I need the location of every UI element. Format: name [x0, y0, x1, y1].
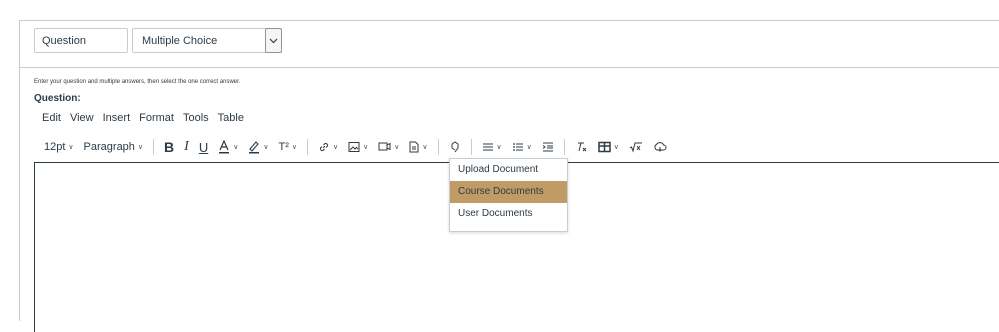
- toolbar-divider: [470, 139, 472, 155]
- menu-insert[interactable]: Insert: [103, 112, 131, 124]
- chevron-down-icon: ∨: [333, 144, 339, 151]
- text-color-button[interactable]: ∨: [218, 140, 238, 154]
- chevron-down-icon: ∨: [233, 144, 239, 151]
- question-type-select[interactable]: Multiple Choice: [132, 28, 282, 53]
- highlight-button[interactable]: ∨: [248, 140, 268, 154]
- chevron-down-icon: ∨: [363, 144, 369, 151]
- chevron-down-icon: ∨: [526, 144, 532, 151]
- toolbar-divider: [563, 139, 565, 155]
- table-icon: [598, 141, 611, 153]
- media-icon: [378, 141, 391, 153]
- chevron-down-icon: ∨: [68, 144, 74, 151]
- highlight-icon: [248, 140, 260, 154]
- list-icon: [512, 141, 524, 153]
- question-header: Question Multiple Choice: [20, 21, 999, 68]
- image-icon: [348, 141, 360, 153]
- indent-button[interactable]: [542, 141, 554, 153]
- image-button[interactable]: ∨: [348, 141, 368, 153]
- text-color-icon: [218, 140, 230, 154]
- user-documents-option[interactable]: User Documents: [450, 203, 567, 225]
- editor-menubar: Edit View Insert Format Tools Table: [42, 112, 244, 124]
- align-button[interactable]: ∨: [482, 141, 502, 153]
- equation-icon: [629, 141, 643, 153]
- chevron-down-icon[interactable]: [265, 28, 282, 53]
- superscript-button[interactable]: T² ∨: [278, 141, 297, 153]
- clear-format-button[interactable]: [575, 141, 588, 153]
- font-size-select[interactable]: 12pt ∨: [44, 141, 74, 153]
- link-button[interactable]: ∨: [318, 141, 338, 153]
- chevron-down-icon: ∨: [613, 144, 619, 151]
- document-icon: [409, 141, 419, 153]
- chevron-down-icon: ∨: [291, 144, 297, 151]
- bold-button[interactable]: B: [164, 139, 174, 155]
- toolbar-divider: [437, 139, 439, 155]
- document-button[interactable]: ∨: [409, 141, 428, 153]
- indent-icon: [542, 141, 554, 153]
- chevron-down-icon: ∨: [496, 144, 502, 151]
- course-documents-option[interactable]: Course Documents: [450, 181, 567, 203]
- embed-icon: [653, 141, 667, 153]
- font-size-value: 12pt: [44, 141, 66, 153]
- media-button[interactable]: ∨: [378, 141, 399, 153]
- apps-icon: [449, 141, 461, 153]
- embed-button[interactable]: [653, 141, 667, 153]
- chevron-down-icon: ∨: [422, 144, 428, 151]
- block-format-select[interactable]: Paragraph ∨: [84, 141, 144, 153]
- question-label: Question:: [34, 93, 81, 104]
- toolbar-divider: [153, 139, 155, 155]
- underline-button[interactable]: U: [199, 140, 208, 155]
- editor-toolbar: 12pt ∨ Paragraph ∨ B I U ∨ ∨ T² ∨ ∨ ∨ ∨ …: [44, 138, 677, 156]
- chevron-down-icon: ∨: [394, 144, 400, 151]
- chevron-down-icon: ∨: [263, 144, 269, 151]
- align-icon: [482, 141, 494, 153]
- italic-button[interactable]: I: [184, 139, 189, 155]
- clear-format-icon: [575, 141, 588, 153]
- question-title-input[interactable]: Question: [34, 28, 128, 53]
- document-dropdown-menu: Upload Document Course Documents User Do…: [449, 158, 568, 232]
- question-type-value: Multiple Choice: [142, 35, 218, 47]
- upload-document-option[interactable]: Upload Document: [450, 159, 567, 181]
- block-format-value: Paragraph: [83, 141, 135, 153]
- toolbar-divider: [307, 139, 308, 155]
- chevron-down-icon: ∨: [137, 144, 144, 151]
- equation-button[interactable]: [629, 141, 643, 153]
- menu-format[interactable]: Format: [139, 112, 174, 124]
- menu-edit[interactable]: Edit: [42, 112, 61, 124]
- superscript-label: T²: [278, 141, 289, 153]
- list-button[interactable]: ∨: [512, 141, 532, 153]
- menu-table[interactable]: Table: [218, 112, 244, 124]
- menu-view[interactable]: View: [70, 112, 94, 124]
- table-button[interactable]: ∨: [598, 141, 619, 153]
- link-icon: [318, 141, 330, 153]
- menu-tools[interactable]: Tools: [183, 112, 209, 124]
- apps-button[interactable]: [449, 141, 461, 153]
- question-instructions: Enter your question and multiple answers…: [34, 79, 241, 85]
